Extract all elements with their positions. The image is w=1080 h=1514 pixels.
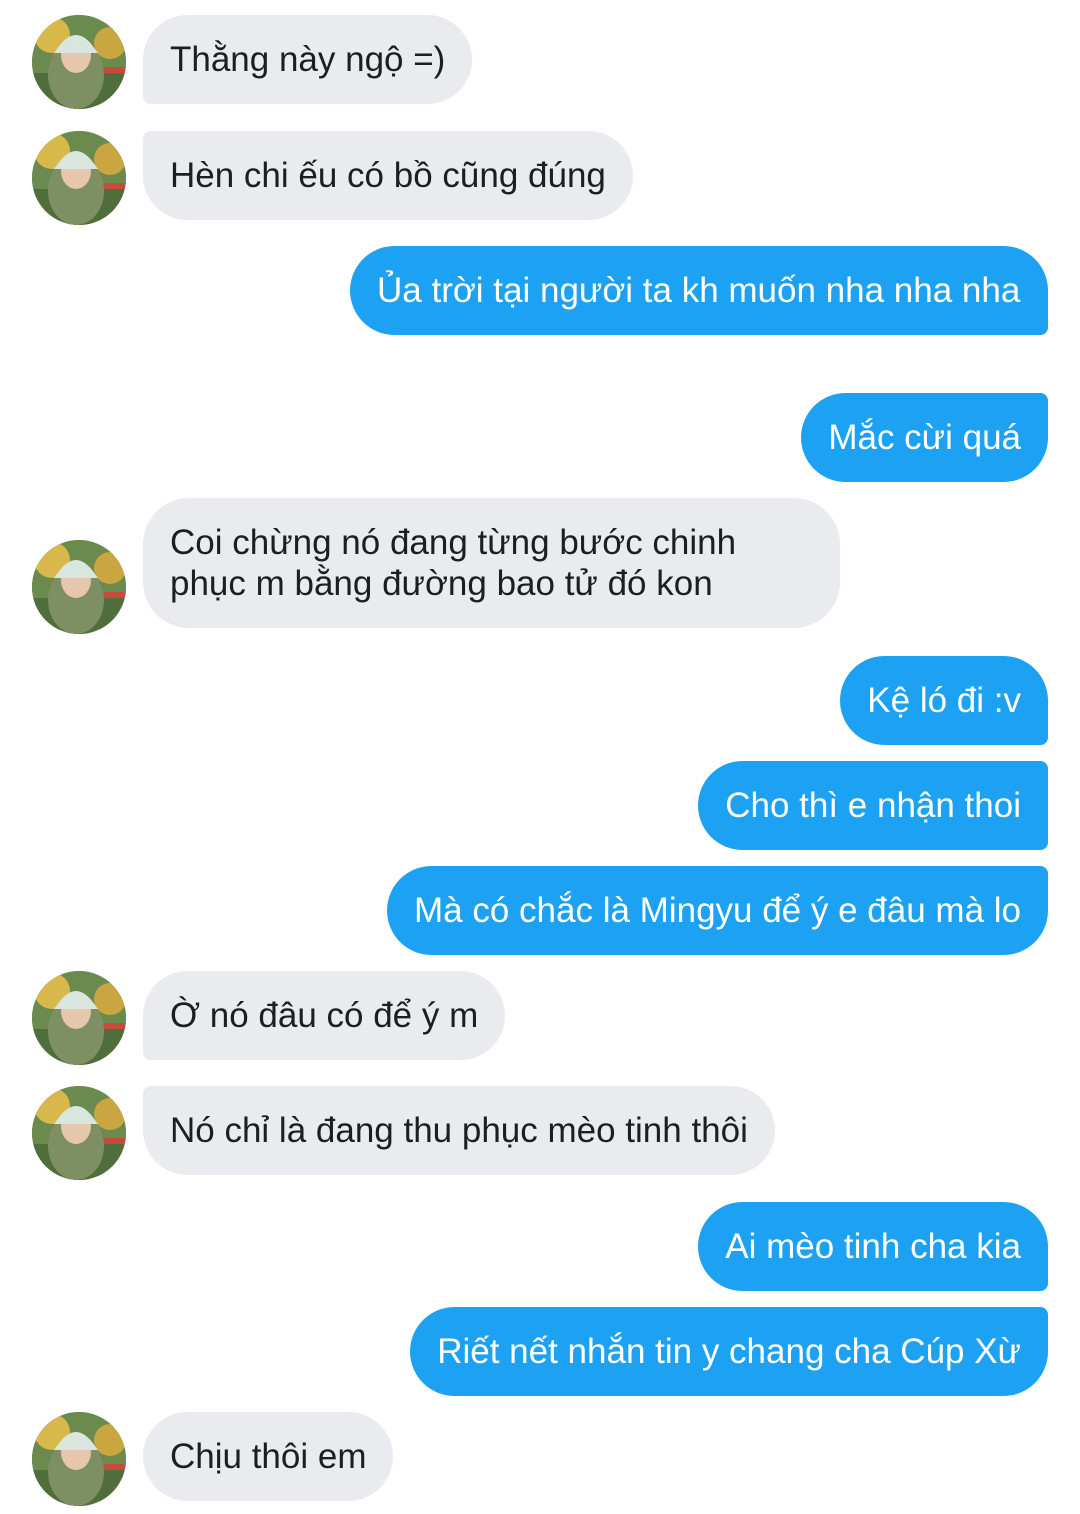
contact-avatar[interactable] bbox=[32, 1086, 126, 1180]
incoming-message[interactable]: Chịu thôi em bbox=[143, 1412, 394, 1501]
outgoing-message[interactable]: Ủa trời tại người ta kh muốn nha nha nha bbox=[350, 246, 1048, 335]
outgoing-message[interactable]: Mà có chắc là Mingyu để ý e đâu mà lo bbox=[387, 866, 1048, 955]
incoming-message[interactable]: Ờ nó đâu có để ý m bbox=[143, 971, 506, 1060]
incoming-message[interactable]: Thằng này ngộ =) bbox=[143, 15, 473, 104]
outgoing-message[interactable]: Riết nết nhắn tin y chang cha Cúp Xừ bbox=[410, 1307, 1048, 1396]
contact-photo-icon bbox=[32, 971, 126, 1065]
contact-photo-icon bbox=[32, 15, 126, 109]
outgoing-message[interactable]: Ai mèo tinh cha kia bbox=[698, 1202, 1048, 1291]
outgoing-message[interactable]: Mắc cừi quá bbox=[801, 393, 1048, 482]
contact-photo-icon bbox=[32, 540, 126, 634]
contact-avatar[interactable] bbox=[32, 15, 126, 109]
chat-thread: Thằng này ngộ =) Hèn chi ếu có bồ cũng đ… bbox=[0, 0, 1080, 1514]
contact-photo-icon bbox=[32, 1412, 126, 1506]
outgoing-message[interactable]: Kệ ló đi :v bbox=[840, 656, 1048, 745]
incoming-message[interactable]: Hèn chi ếu có bồ cũng đúng bbox=[143, 131, 633, 220]
contact-photo-icon bbox=[32, 131, 126, 225]
contact-avatar[interactable] bbox=[32, 131, 126, 225]
incoming-message[interactable]: Coi chừng nó đang từng bước chinh phục m… bbox=[143, 498, 840, 628]
outgoing-message[interactable]: Cho thì e nhận thoi bbox=[698, 761, 1048, 850]
contact-avatar[interactable] bbox=[32, 540, 126, 634]
incoming-message[interactable]: Nó chỉ là đang thu phục mèo tinh thôi bbox=[143, 1086, 775, 1175]
contact-photo-icon bbox=[32, 1086, 126, 1180]
contact-avatar[interactable] bbox=[32, 971, 126, 1065]
contact-avatar[interactable] bbox=[32, 1412, 126, 1506]
